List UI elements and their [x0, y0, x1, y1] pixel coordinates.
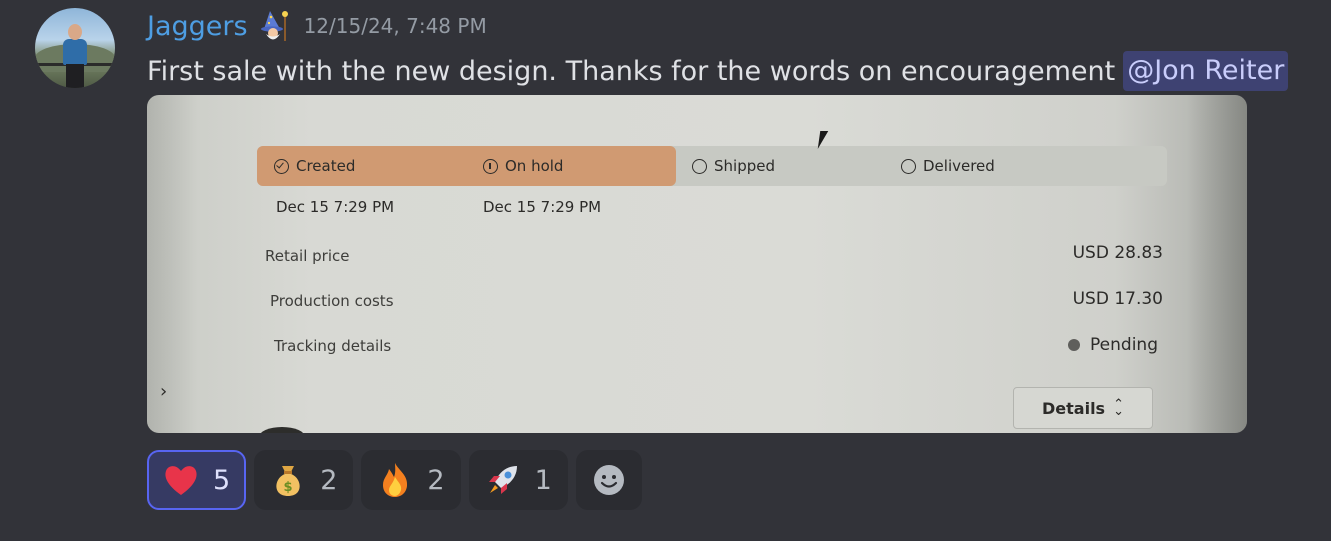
- reaction-money-bag[interactable]: $ 2: [254, 450, 354, 510]
- reactions-bar: 5 $ 2 2 1: [147, 450, 642, 510]
- check-circle-icon: [274, 158, 289, 174]
- step-label: Delivered: [923, 157, 995, 175]
- reaction-heart[interactable]: 5: [147, 450, 247, 510]
- avatar-person-legs: [66, 64, 84, 88]
- retail-price-label: Retail price: [265, 247, 350, 265]
- info-circle-icon: [483, 158, 498, 174]
- rocket-icon: [483, 460, 523, 500]
- reaction-count: 2: [427, 464, 445, 496]
- tracking-details-label: Tracking details: [274, 337, 392, 355]
- user-avatar[interactable]: [35, 8, 115, 88]
- step-delivered: Delivered: [901, 157, 995, 175]
- heart-icon: [161, 460, 201, 500]
- reaction-count: 5: [213, 464, 231, 496]
- add-reaction-icon: [589, 460, 629, 500]
- photo-shadow-left: [147, 95, 197, 433]
- circle-icon: [901, 158, 916, 174]
- step-on-hold: On hold: [483, 157, 563, 175]
- details-button: Details ⌃ ⌄: [1013, 387, 1153, 429]
- step-label: Shipped: [714, 157, 775, 175]
- chevron-right-icon: ›: [160, 381, 168, 402]
- username[interactable]: Jaggers: [147, 11, 248, 42]
- production-costs-value: USD 17.30: [1072, 289, 1163, 309]
- fire-icon: [375, 460, 415, 500]
- sort-chevrons-icon: ⌃ ⌄: [1113, 397, 1124, 419]
- svg-text:$: $: [284, 480, 293, 495]
- step-label: Created: [296, 157, 356, 175]
- retail-price-value: USD 28.83: [1072, 243, 1163, 263]
- wizard-icon: [256, 9, 294, 43]
- status-dot-icon: [1068, 339, 1081, 351]
- avatar-person-head: [68, 24, 82, 40]
- step-created: Created: [274, 157, 355, 175]
- avatar-person: [63, 39, 87, 65]
- message-header: Jaggers 12/15/24, 7:48 PM: [147, 9, 487, 43]
- message-content: First sale with the new design. Thanks f…: [147, 51, 1289, 91]
- money-bag-icon: $: [268, 460, 308, 500]
- reaction-count: 2: [320, 464, 338, 496]
- details-button-label: Details: [1042, 398, 1106, 418]
- step-shipped: Shipped: [692, 157, 775, 175]
- image-attachment[interactable]: Created On hold Shipped Delivered Dec 15…: [147, 95, 1247, 433]
- photo-object: [259, 427, 305, 433]
- created-date: Dec 15 7:29 PM: [276, 198, 395, 216]
- reaction-rocket[interactable]: 1: [468, 450, 568, 510]
- add-reaction-button[interactable]: [575, 450, 642, 510]
- step-label: On hold: [505, 157, 564, 175]
- on-hold-date: Dec 15 7:29 PM: [483, 198, 602, 216]
- tracking-status: Pending: [1068, 335, 1158, 355]
- tracking-status-text: Pending: [1090, 335, 1158, 355]
- message-timestamp[interactable]: 12/15/24, 7:48 PM: [304, 14, 487, 38]
- photo-shadow-right: [1187, 95, 1247, 433]
- reaction-count: 1: [534, 464, 552, 496]
- user-mention[interactable]: @Jon Reiter: [1123, 51, 1289, 91]
- circle-icon: [692, 158, 707, 174]
- order-status-bar: Created On hold Shipped Delivered: [257, 146, 1167, 186]
- production-costs-label: Production costs: [270, 292, 394, 310]
- message-text: First sale with the new design. Thanks f…: [147, 55, 1116, 87]
- reaction-fire[interactable]: 2: [361, 450, 461, 510]
